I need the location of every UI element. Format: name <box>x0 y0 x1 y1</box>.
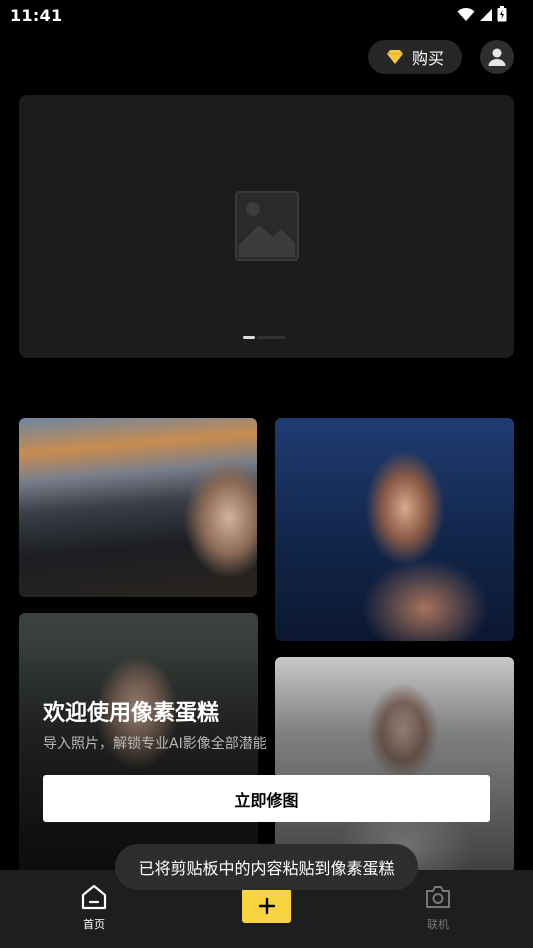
status-time: 11:41 <box>10 6 63 25</box>
home-icon <box>81 884 107 910</box>
photo-gradient-overlay <box>0 640 533 875</box>
nav-home-label: 首页 <box>83 918 105 931</box>
start-editing-button[interactable]: 立即修图 <box>43 775 490 822</box>
wifi-icon <box>457 7 475 21</box>
clipboard-toast: 已将剪贴板中的内容粘贴到像素蛋糕 <box>115 844 418 890</box>
add-photo-button[interactable] <box>242 888 291 923</box>
nav-connect[interactable]: 联机 <box>410 884 466 932</box>
user-avatar-button[interactable] <box>480 40 514 74</box>
sample-photo-ocean-portrait <box>275 418 514 641</box>
signal-icon <box>480 8 492 21</box>
camera-icon <box>426 886 450 908</box>
sample-photo-mountain-portrait <box>19 418 257 597</box>
diamond-icon <box>386 50 403 64</box>
welcome-title: 欢迎使用像素蛋糕 <box>43 701 220 726</box>
user-icon <box>488 48 506 66</box>
nav-home[interactable]: 首页 <box>66 884 122 932</box>
banner-carousel[interactable] <box>19 95 514 358</box>
welcome-subtitle: 导入照片，解锁专业AI影像全部潜能 <box>43 736 267 752</box>
buy-label: 购买 <box>411 49 444 68</box>
status-bar: 11:41 <box>0 0 533 30</box>
carousel-indicator <box>243 336 285 339</box>
carousel-dot <box>257 336 285 339</box>
buy-button[interactable]: 购买 <box>368 40 462 74</box>
status-icons <box>457 6 507 22</box>
battery-icon <box>497 6 507 22</box>
image-placeholder-icon <box>235 191 299 261</box>
carousel-dot-active <box>243 336 255 339</box>
nav-connect-label: 联机 <box>427 918 449 931</box>
plus-icon <box>258 897 275 914</box>
